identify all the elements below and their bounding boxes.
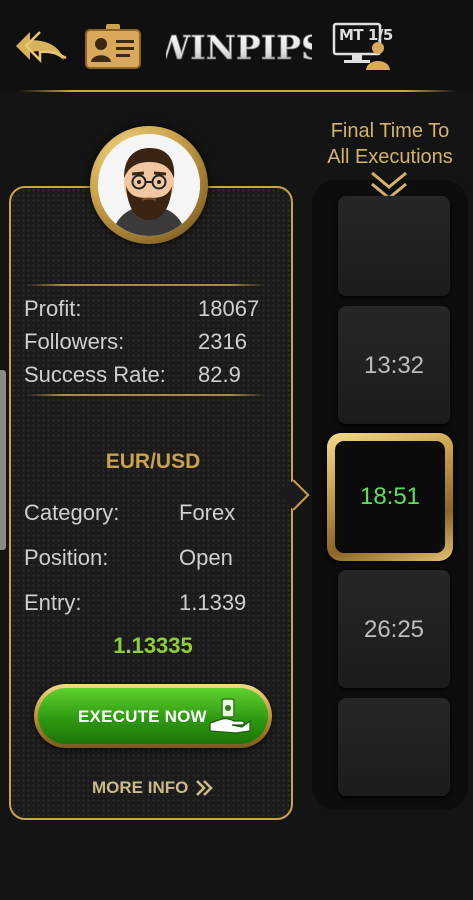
time-slot-label: 26:25 (363, 616, 425, 643)
mt-counter: 1/5 (367, 26, 393, 44)
brand-text: WINPIPS (166, 28, 312, 67)
success-rate-value: 82.9 (198, 362, 241, 387)
profit-value: 18067 (198, 296, 260, 321)
position-label: Position: (24, 545, 109, 570)
stats-divider-top (26, 284, 266, 286)
profit-label: Profit: (24, 296, 82, 321)
category-value: Forex (179, 500, 236, 525)
time-slot-empty-top (338, 196, 450, 296)
winpips-logo: WINPIPS (152, 25, 325, 69)
time-slot[interactable]: 26:25 (338, 570, 450, 688)
mt-label: MT 1/5 (339, 26, 393, 44)
entry-value: 1.1339 (179, 590, 247, 615)
position-value: Open (179, 545, 233, 570)
stats-divider-bottom (26, 394, 266, 396)
time-slot[interactable]: 13:32 (338, 306, 450, 424)
back-arrows-icon[interactable] (12, 28, 70, 64)
category-label: Category: (24, 500, 120, 525)
currency-pair: EUR/USD (105, 450, 201, 473)
time-slot-empty-bottom (338, 698, 450, 796)
avatar (90, 126, 208, 244)
id-card-icon[interactable] (84, 22, 142, 70)
time-slot-label: 13:32 (363, 352, 425, 379)
success-rate-label: Success Rate: (24, 362, 166, 387)
execute-now-button[interactable]: EXECUTE NOW (34, 684, 272, 748)
followers-value: 2316 (198, 329, 247, 354)
selected-time-label: 18:51 (359, 483, 421, 510)
current-price: 1.13335 (113, 633, 193, 658)
entry-label: Entry: (24, 590, 82, 615)
cash-hand-icon (209, 698, 251, 734)
mt-account-button[interactable]: MT 1/5 (332, 22, 394, 72)
followers-label: Followers: (24, 329, 125, 354)
final-time-title: Final Time To All Executions (327, 120, 453, 168)
double-chevron-right-icon[interactable] (195, 779, 213, 797)
execute-now-label: EXECUTE NOW (78, 707, 207, 726)
time-slot-selected[interactable]: 18:51 (327, 433, 453, 561)
more-info-link[interactable]: MORE INFO (92, 778, 188, 798)
header-divider (18, 90, 458, 92)
side-drawer-handle[interactable] (0, 370, 6, 550)
